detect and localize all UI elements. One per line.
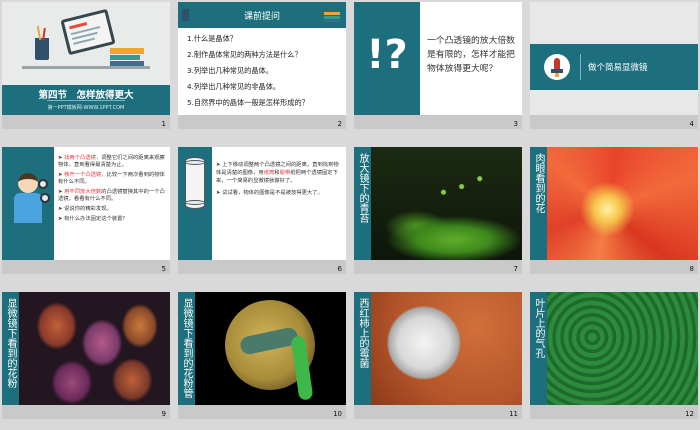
slide-number: 6 — [337, 265, 342, 273]
caption-bar: 西红柿上的霉菌 — [354, 292, 371, 405]
slide-2[interactable]: 课前提问 1.什么是晶体？ 2.制作晶体常见的两种方法是什么？ 3.列举出几种常… — [178, 2, 346, 129]
slide-6[interactable]: ➤ 上下移动调整两个凸透镜之间的距离，直到找到物体是清楚的图像，用纸筒和胶带纸把… — [178, 147, 346, 274]
slide-number: 1 — [161, 120, 166, 128]
slide-10[interactable]: 显微镜下看到的花粉管 10 — [178, 292, 346, 419]
slide-number: 12 — [685, 410, 694, 418]
list-item: ➤ 有什么办法固定这个装置？ — [58, 216, 128, 222]
list-item: 5.自然界中的晶体一般是怎样形成的？ — [187, 98, 309, 107]
photo-caption: 西红柿上的霉菌 — [357, 298, 368, 368]
caption-bar: 显微镜下看到的花粉管 — [178, 292, 195, 405]
boy-with-lens-icon — [8, 173, 52, 233]
photo-caption: 显微镜下看到的花粉管 — [181, 298, 192, 398]
microscope-tube-icon — [185, 157, 205, 209]
list-item: 1.什么是晶体？ — [187, 34, 237, 43]
paragraph-2: ➤ 试试看，物体的图像是不是被放得更大了。 — [216, 190, 323, 196]
mold-photo — [371, 292, 522, 405]
footer-credit: 第一PPT模板网-WWW.1PPT.COM — [47, 105, 125, 111]
slide-5[interactable]: ➤ 找两个凸透镜，调整它们之间的距离来观察物体，直到看得最清楚为止。 ➤ 移开一… — [2, 147, 170, 274]
question-text: 一个凸透镜的放大倍数是有限的，怎样才能把物体放得更大呢？ — [427, 36, 515, 74]
slide-number: 11 — [509, 410, 518, 418]
slide-title: 做个简易显微镜 — [588, 63, 648, 73]
hero-illustration — [2, 2, 170, 85]
slide-3[interactable]: !? 一个凸透镜的放大倍数是有限的，怎样才能把物体放得更大呢？ 3 — [354, 2, 522, 129]
question-list: 1.什么是晶体？ 2.制作晶体常见的两种方法是什么？ 3.列举出几种常见的晶体。… — [187, 34, 343, 108]
instruction-list: ➤ 找两个凸透镜，调整它们之间的距离来观察物体，直到看得最清楚为止。 ➤ 移开一… — [58, 155, 168, 223]
slide-number: 3 — [513, 120, 518, 128]
list-item: ➤ 移开一个凸透镜，比较一下两次看到的物体有什么不同。 — [58, 172, 165, 185]
caption-bar: 放大镜下的青苔 — [354, 147, 371, 260]
laptop-icon — [60, 8, 116, 56]
caption-bar: 叶片上的气孔 — [530, 292, 547, 405]
photo-caption: 显微镜下看到的花粉 — [5, 298, 16, 388]
illustration-panel — [178, 147, 212, 260]
list-item: 4.列举出几种常见的非晶体。 — [187, 82, 281, 91]
list-item: 2.制作晶体常见的两种方法是什么？ — [187, 50, 302, 59]
slide-number: 8 — [689, 265, 694, 273]
paragraph-1: ➤ 上下移动调整两个凸透镜之间的距离，直到找到物体是清楚的图像，用纸筒和胶带纸把… — [216, 162, 339, 184]
caption-bar: 肉眼看到的花 — [530, 147, 547, 260]
books-icon — [110, 48, 144, 66]
slide-4[interactable]: 做个简易显微镜 4 — [530, 2, 698, 129]
books-icon — [324, 12, 340, 22]
slide-number: 2 — [337, 120, 342, 128]
list-item: 3.列举出几种常见的晶体。 — [187, 66, 273, 75]
slide-1[interactable]: 第四节 怎样放得更大 第一PPT模板网-WWW.1PPT.COM 1 — [2, 2, 170, 129]
list-item: ➤ 说说你的精彩发现。 — [58, 206, 112, 212]
list-item: ➤ 用不同放大倍数的凸透镜替换其中的一个凸透镜，看看有什么不同。 — [58, 189, 165, 202]
illustration-panel — [2, 147, 54, 260]
slide-sorter-grid: 第四节 怎样放得更大 第一PPT模板网-WWW.1PPT.COM 1 课前提问 … — [0, 0, 700, 430]
photo-caption: 放大镜下的青苔 — [357, 153, 368, 223]
slide-number: 5 — [161, 265, 166, 273]
slide-title: 第四节 怎样放得更大 — [38, 90, 134, 101]
slide-11[interactable]: 西红柿上的霉菌 11 — [354, 292, 522, 419]
slide-number: 4 — [689, 120, 694, 128]
pollen-photo — [19, 292, 170, 405]
slide-number: 7 — [513, 265, 518, 273]
symbol-panel: !? — [354, 2, 420, 115]
title-bar: 课前提问 — [178, 2, 346, 28]
slide-number: 10 — [333, 410, 342, 418]
pollen-tube-photo — [195, 292, 346, 405]
moss-photo — [371, 147, 522, 260]
photo-caption: 肉眼看到的花 — [533, 153, 544, 213]
slide-title: 课前提问 — [243, 12, 280, 22]
rocket-icon — [544, 54, 570, 80]
list-item: ➤ 找两个凸透镜，调整它们之间的距离来观察物体，直到看得最清楚为止。 — [58, 155, 165, 168]
slide-8[interactable]: 肉眼看到的花 8 — [530, 147, 698, 274]
photo-caption: 叶片上的气孔 — [533, 298, 544, 358]
slide-9[interactable]: 显微镜下看到的花粉 9 — [2, 292, 170, 419]
stomata-photo — [547, 292, 698, 405]
flower-photo — [547, 147, 698, 260]
slide-12[interactable]: 叶片上的气孔 12 — [530, 292, 698, 419]
instruction-text: ➤ 上下移动调整两个凸透镜之间的距离，直到找到物体是清楚的图像，用纸筒和胶带纸把… — [216, 161, 342, 197]
slide-number: 9 — [161, 410, 166, 418]
pencil-cup-icon — [35, 25, 49, 60]
caption-bar: 显微镜下看到的花粉 — [2, 292, 19, 405]
exclamation-question-icon: !? — [366, 32, 408, 78]
slide-7[interactable]: 放大镜下的青苔 7 — [354, 147, 522, 274]
title-band: 做个简易显微镜 — [530, 44, 698, 90]
